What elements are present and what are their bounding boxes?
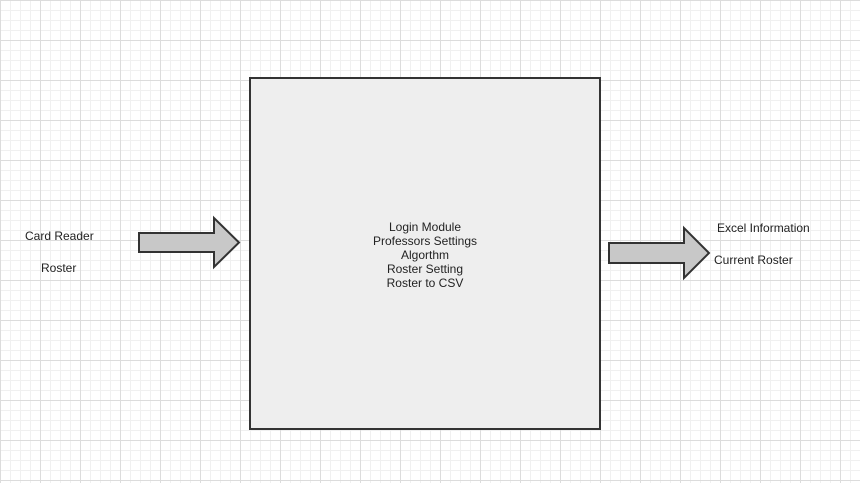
process-line-algorithm: Algorthm bbox=[400, 248, 450, 262]
process-line-roster-setting: Roster Setting bbox=[386, 262, 464, 276]
process-lines: Login Module Professors Settings Algorth… bbox=[251, 220, 599, 290]
output-label-current-roster: Current Roster bbox=[714, 253, 793, 267]
process-line-roster-to-csv: Roster to CSV bbox=[386, 276, 464, 290]
output-label-excel-information: Excel Information bbox=[717, 221, 810, 235]
process-line-login-module: Login Module bbox=[388, 220, 462, 234]
process-box: Login Module Professors Settings Algorth… bbox=[249, 77, 601, 430]
process-line-professors-settings: Professors Settings bbox=[372, 234, 478, 248]
input-label-card-reader: Card Reader bbox=[25, 229, 94, 243]
output-arrow bbox=[608, 225, 711, 281]
input-label-roster: Roster bbox=[41, 261, 77, 275]
input-arrow bbox=[138, 215, 241, 270]
